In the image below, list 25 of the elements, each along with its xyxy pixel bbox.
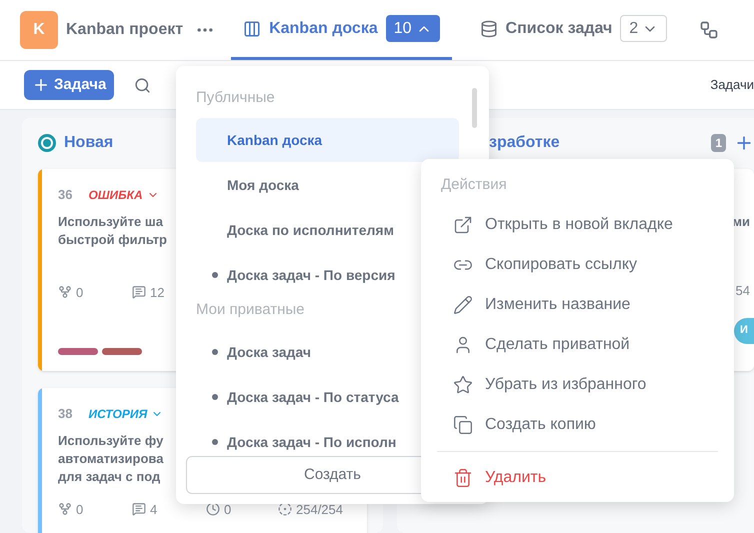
task-title: быстрой фильтр <box>58 230 167 248</box>
column-title: зработке <box>489 133 560 153</box>
task-number: 38 <box>58 405 72 423</box>
tasks-label: Задачи <box>710 76 754 94</box>
time-spent: 0 <box>224 500 232 518</box>
menu-title: Действия <box>440 175 508 195</box>
task-title: Используйте фу <box>58 432 164 450</box>
comment-count: 4 <box>150 500 158 518</box>
task-title: Используйте ша <box>58 212 163 230</box>
subtask-count: 0 <box>76 284 84 302</box>
column-count: 1 <box>711 134 726 152</box>
progress-text: 54 <box>736 282 750 300</box>
task-title: для задач с под <box>58 468 160 486</box>
progress-text: 254/254 <box>296 500 343 518</box>
section-title: Мои приватные <box>196 301 304 318</box>
tab-label: Kanban доска <box>269 18 378 38</box>
project-avatar: K <box>20 11 58 49</box>
section-title: Публичные <box>196 89 275 106</box>
task-number: 36 <box>58 186 72 204</box>
tab-label: Список задач <box>506 18 612 38</box>
assignee-avatar: И <box>734 318 754 344</box>
subtask-count: 0 <box>76 500 84 518</box>
task-title: автоматизирова <box>58 450 164 468</box>
column-title: Новая <box>64 133 114 153</box>
comment-count: 12 <box>150 284 164 302</box>
